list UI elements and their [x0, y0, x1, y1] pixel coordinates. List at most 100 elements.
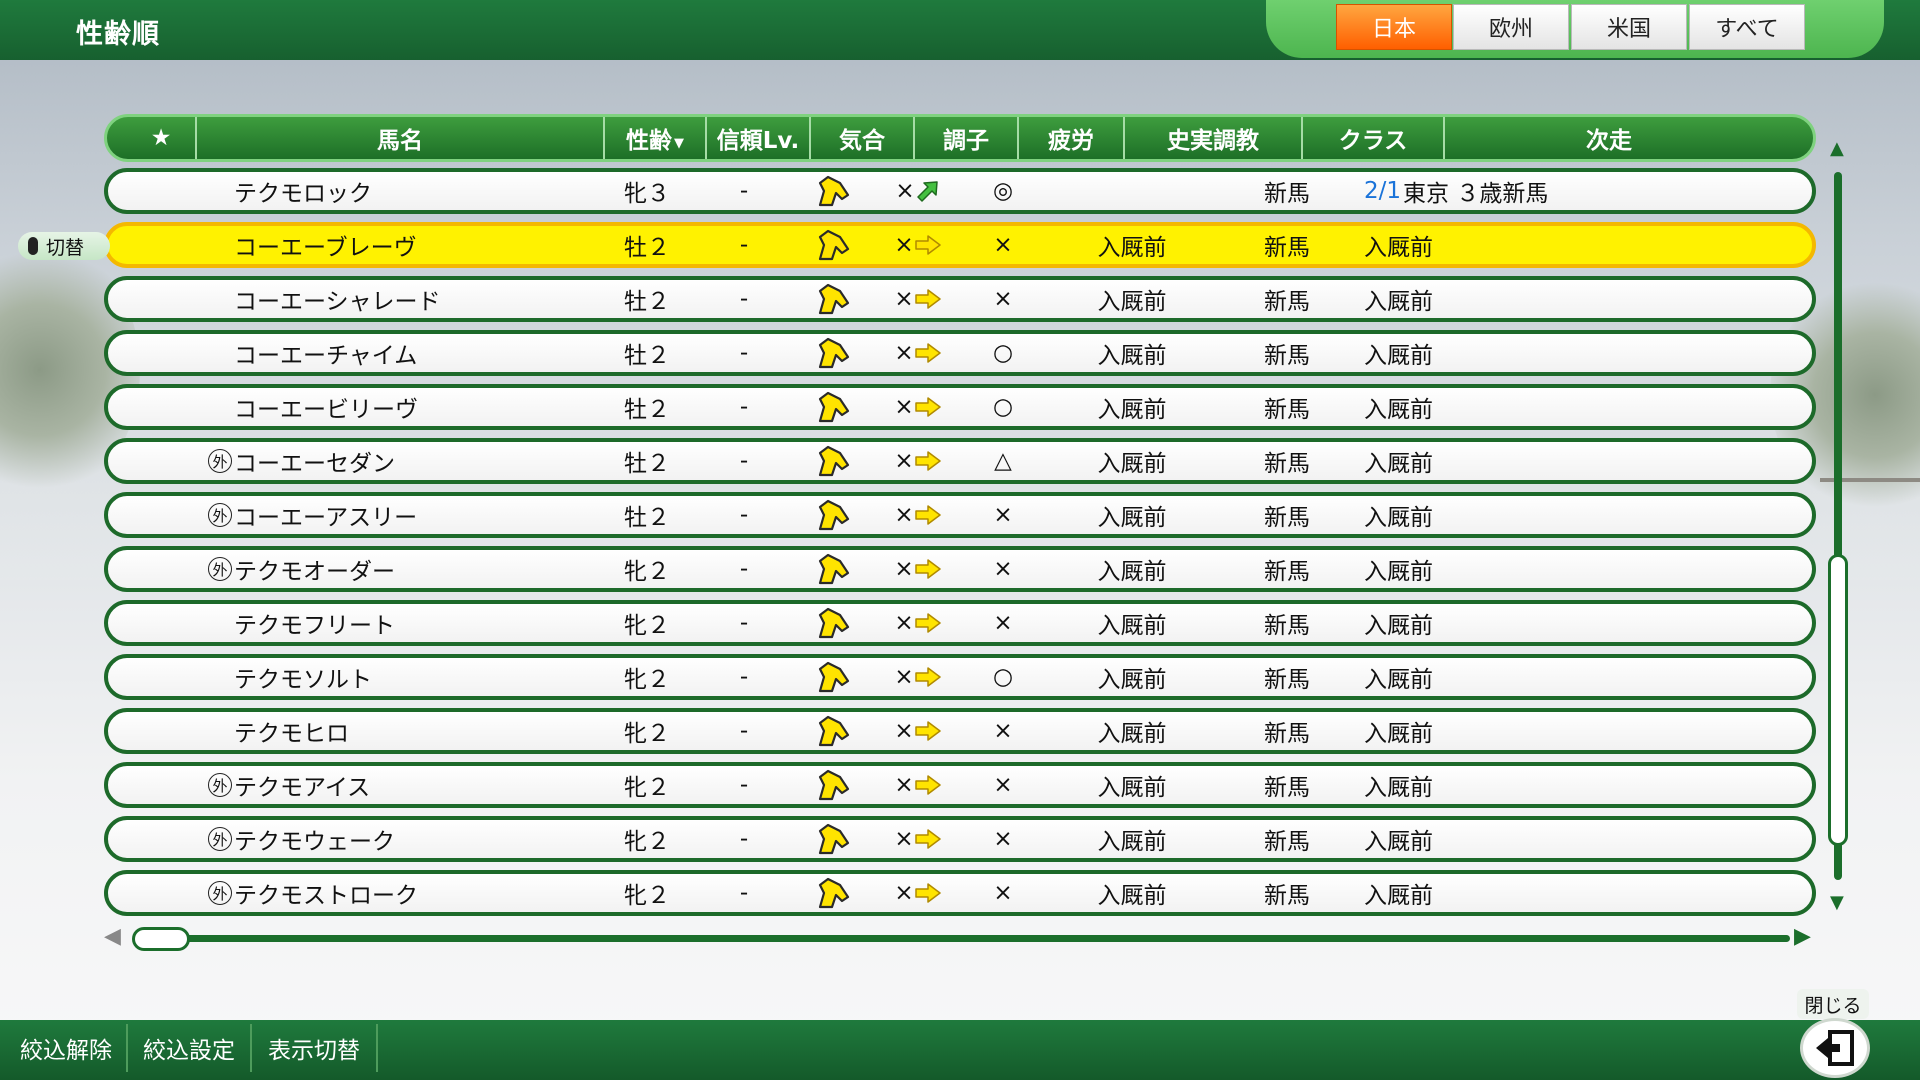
cell-next-race: 入厩前: [1364, 604, 1784, 642]
foreign-badge: 外: [208, 827, 232, 851]
table-row[interactable]: コーエーブレーヴ 牡２ - × × 入厩前 新馬 入厩前: [104, 222, 1816, 268]
column-header-label: 性齢: [626, 128, 672, 154]
display-toggle-button[interactable]: 表示切替: [252, 1024, 378, 1072]
cell-historical-training: 入厩前: [1097, 829, 1167, 855]
cell-fatigue: ×: [993, 502, 1013, 528]
cell-fatigue: ×: [993, 880, 1013, 906]
region-tab-bar: 日本 欧州 米国 すべて: [1266, 0, 1884, 58]
table-row[interactable]: 外テクモストローク 牝２ - × × 入厩前 新馬 入厩前: [104, 870, 1816, 916]
cell-spirit: [790, 334, 874, 372]
horse-head-icon: [818, 769, 850, 801]
column-header-class[interactable]: クラス: [1301, 117, 1443, 159]
arrow-right-icon: [914, 775, 941, 795]
cell-historical-training: 入厩前: [1097, 667, 1167, 693]
table-row[interactable]: コーエーチャイム 牡２ - × ○ 入厩前 新馬 入厩前: [104, 330, 1816, 376]
scroll-right-arrow-icon[interactable]: ▶: [1794, 924, 1811, 949]
column-header-label: 信頼Lv.: [716, 128, 800, 154]
cell-condition: ×: [876, 874, 960, 912]
column-header-spirit[interactable]: 気合: [809, 117, 913, 159]
cell-trust-level: -: [739, 610, 749, 636]
cell-horse-name: 外テクモアイス: [208, 766, 588, 804]
filter-settings-button[interactable]: 絞込設定: [128, 1024, 252, 1072]
cell-horse-name: コーエービリーヴ: [208, 388, 588, 426]
horse-name: テクモオーダー: [234, 559, 395, 585]
cell-historical-training: 入厩前: [1097, 613, 1167, 639]
switch-hint[interactable]: 切替: [18, 232, 110, 260]
tab-america[interactable]: 米国: [1571, 4, 1687, 50]
clear-filter-button[interactable]: 絞込解除: [6, 1024, 128, 1072]
cell-class: 新馬: [1264, 775, 1310, 801]
horse-head-icon: [818, 823, 850, 855]
cell-fatigue: ×: [993, 718, 1013, 744]
horizontal-scrollbar-thumb[interactable]: [132, 927, 190, 951]
tab-all[interactable]: すべて: [1689, 4, 1805, 50]
column-header-name[interactable]: 馬名: [195, 117, 603, 159]
next-race-label: 入厩前: [1364, 397, 1433, 423]
column-header-sex-age[interactable]: 性齢 ▼: [603, 117, 705, 159]
condition-prefix: ×: [894, 232, 914, 258]
cell-sex-age: 牝２: [624, 883, 670, 909]
cell-fatigue: ○: [992, 340, 1014, 366]
cell-fatigue: ×: [993, 826, 1013, 852]
cell-class: 新馬: [1264, 559, 1310, 585]
column-header-label: 気合: [839, 128, 885, 154]
cell-class: 新馬: [1264, 505, 1310, 531]
cell-spirit: [790, 280, 874, 318]
cell-class: 新馬: [1264, 883, 1310, 909]
table-row[interactable]: テクモロック 牝３ - × ◎ 新馬 2/1 東京 ３歳新馬: [104, 168, 1816, 214]
horse-head-icon: [818, 607, 850, 639]
cell-class: 新馬: [1264, 289, 1310, 315]
arrow-right-icon: [914, 289, 941, 309]
column-header-next-race[interactable]: 次走: [1443, 117, 1773, 159]
column-header-favorite[interactable]: ★: [127, 117, 195, 159]
horse-name: テクモソルト: [234, 667, 372, 693]
foreign-badge: 外: [208, 449, 232, 473]
tab-japan[interactable]: 日本: [1336, 4, 1452, 50]
column-header-trust[interactable]: 信頼Lv.: [705, 117, 809, 159]
cell-class: 新馬: [1264, 829, 1310, 855]
cell-fatigue: ○: [992, 664, 1014, 690]
vertical-scrollbar-thumb[interactable]: [1828, 554, 1848, 846]
button-label: 絞込設定: [143, 1038, 235, 1064]
cell-horse-name: 外テクモウェーク: [208, 820, 588, 858]
table-row[interactable]: テクモヒロ 牝２ - × × 入厩前 新馬 入厩前: [104, 708, 1816, 754]
next-race-label: 入厩前: [1364, 613, 1433, 639]
table-row[interactable]: コーエーシャレード 牡２ - × × 入厩前 新馬 入厩前: [104, 276, 1816, 322]
cell-condition: ×: [876, 766, 960, 804]
cell-trust-level: -: [739, 448, 749, 474]
table-row[interactable]: テクモフリート 牝２ - × × 入厩前 新馬 入厩前: [104, 600, 1816, 646]
close-button[interactable]: [1800, 1018, 1870, 1078]
mouse-icon: [28, 237, 38, 255]
arrow-right-icon: [914, 667, 941, 687]
cell-trust-level: -: [739, 772, 749, 798]
cell-fatigue: ◎: [992, 178, 1014, 204]
foreign-badge: 外: [208, 503, 232, 527]
scroll-left-arrow-icon[interactable]: ◀: [104, 924, 121, 949]
horizontal-scrollbar-track[interactable]: [134, 935, 1790, 942]
cell-horse-name: 外コーエーアスリー: [208, 496, 588, 534]
tab-europe[interactable]: 欧州: [1453, 4, 1569, 50]
horse-head-icon: [818, 391, 850, 423]
cell-trust-level: -: [739, 232, 749, 258]
cell-trust-level: -: [739, 286, 749, 312]
cell-spirit: [790, 874, 874, 912]
table-row[interactable]: 外コーエーセダン 牡２ - × △ 入厩前 新馬 入厩前: [104, 438, 1816, 484]
table-row[interactable]: テクモソルト 牝２ - × ○ 入厩前 新馬 入厩前: [104, 654, 1816, 700]
column-header-condition[interactable]: 調子: [913, 117, 1017, 159]
column-header-historical-training[interactable]: 史実調教: [1123, 117, 1301, 159]
table-row[interactable]: コーエービリーヴ 牡２ - × ○ 入厩前 新馬 入厩前: [104, 384, 1816, 430]
scroll-down-arrow-icon[interactable]: ▼: [1830, 892, 1844, 913]
cell-historical-training: [1048, 172, 1216, 210]
table-row[interactable]: 外テクモオーダー 牝２ - × × 入厩前 新馬 入厩前: [104, 546, 1816, 592]
foreign-badge: 外: [208, 881, 232, 905]
table-row[interactable]: 外テクモウェーク 牝２ - × × 入厩前 新馬 入厩前: [104, 816, 1816, 862]
table-row[interactable]: 外コーエーアスリー 牡２ - × × 入厩前 新馬 入厩前: [104, 492, 1816, 538]
column-header-fatigue[interactable]: 疲労: [1017, 117, 1123, 159]
condition-prefix: ×: [894, 286, 914, 312]
cell-horse-name: テクモフリート: [208, 604, 588, 642]
cell-sex-age: 牡２: [624, 289, 670, 315]
next-race-label: 入厩前: [1364, 721, 1433, 747]
table-row[interactable]: 外テクモアイス 牝２ - × × 入厩前 新馬 入厩前: [104, 762, 1816, 808]
cell-next-race: 入厩前: [1364, 496, 1784, 534]
scroll-up-arrow-icon[interactable]: ▲: [1830, 138, 1844, 159]
